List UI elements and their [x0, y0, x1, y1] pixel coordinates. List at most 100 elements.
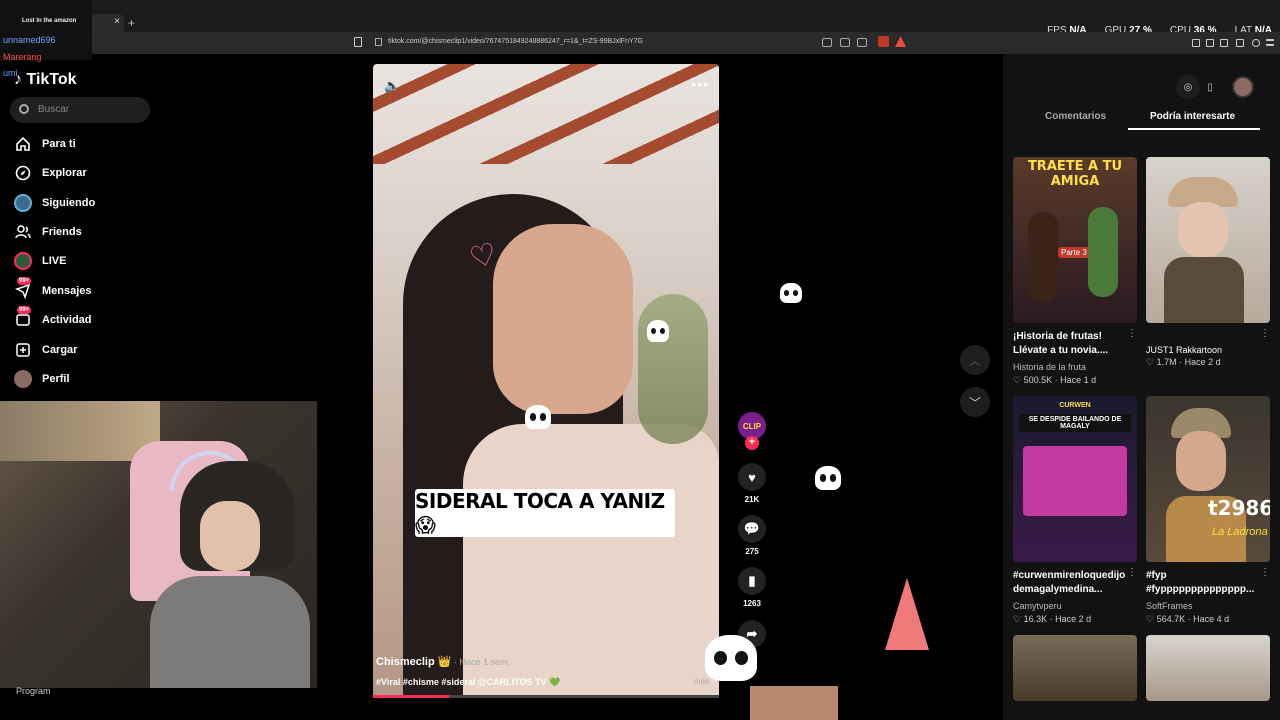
- video-ceiling-beams: [373, 64, 719, 164]
- zoom-icon[interactable]: [840, 38, 850, 47]
- url-field[interactable]: tiktok.com/@chismeclip1/video/7674751849…: [388, 38, 643, 45]
- sidebar-item-label: LIVE: [42, 255, 67, 267]
- patrick-sticker: [885, 578, 929, 650]
- more-options-icon[interactable]: ⋮: [1260, 567, 1270, 578]
- lock-icon[interactable]: [375, 38, 382, 46]
- skull-sticker: [780, 283, 802, 303]
- like-button[interactable]: ♥ 21K: [737, 463, 767, 504]
- video-card-creator[interactable]: Camytvperu: [1013, 601, 1062, 611]
- previous-video-button[interactable]: ︿: [960, 345, 990, 375]
- live-icon: [14, 252, 32, 270]
- video-card-thumbnail[interactable]: [1146, 157, 1270, 323]
- video-card-title[interactable]: #fyp #fypppppppppppppp...: [1146, 569, 1261, 597]
- more-options-icon[interactable]: ⋮: [1260, 328, 1270, 339]
- save-button[interactable]: ▮ 1263: [737, 567, 767, 608]
- extensions-icon[interactable]: [1220, 39, 1228, 47]
- video-card-creator[interactable]: Historia de la fruta: [1013, 362, 1086, 372]
- more-options-icon[interactable]: ⋮: [1127, 328, 1137, 339]
- tab-podria-interesarte[interactable]: Podría interesarte: [1150, 111, 1235, 122]
- video-card-creator[interactable]: SoftFrames: [1146, 601, 1193, 611]
- thumbnail-subtitle: La Ladrona: [1212, 526, 1268, 538]
- thumbnail-body: [1164, 257, 1244, 323]
- video-card-thumbnail[interactable]: [1013, 635, 1137, 701]
- sidebar-icon[interactable]: [1206, 39, 1214, 47]
- more-options-icon[interactable]: ⋮: [1127, 567, 1137, 578]
- follow-plus-icon[interactable]: +: [745, 436, 759, 450]
- video-card-thumbnail[interactable]: CURWEN SE DESPIDE BAILANDO DE MAGALY: [1013, 396, 1137, 562]
- creator-avatar-button[interactable]: CLIP +: [737, 412, 767, 450]
- video-card-thumbnail[interactable]: TRAETE A TU AMIGA Parte 3: [1013, 157, 1137, 323]
- video-card-stats: ♡ 16.3K · Hace 2 d: [1013, 614, 1092, 624]
- video-player[interactable]: ♡ 🔈 ••• SIDERAL TOCA A YANIZ😱: [373, 64, 719, 698]
- translate-icon[interactable]: [822, 38, 832, 47]
- streamer-hoodie: [150, 576, 310, 688]
- sidebar-item-siguiendo[interactable]: Siguiendo: [14, 192, 95, 214]
- sidebar-item-mensajes[interactable]: 99+ Mensajes: [14, 277, 92, 302]
- comment-icon: 💬: [738, 515, 766, 543]
- skull-sticker: [647, 320, 669, 342]
- device-icon[interactable]: ▯: [1200, 75, 1220, 99]
- more-link[interactable]: más: [694, 677, 709, 686]
- new-tab-button[interactable]: +: [128, 16, 135, 30]
- messages-icon[interactable]: ◎: [1176, 75, 1200, 99]
- sidebar-item-live[interactable]: LIVE: [14, 250, 66, 272]
- thumbnail-subtitle: Parte 3: [1058, 247, 1090, 258]
- heart-icon: ♥: [738, 463, 766, 491]
- home-icon: [14, 135, 32, 153]
- program-label: Program: [16, 686, 51, 696]
- more-options-icon[interactable]: •••: [691, 76, 709, 92]
- thumbnail-title: TRAETE A TU AMIGA: [1027, 159, 1123, 189]
- sidebar-item-friends[interactable]: Friends: [14, 221, 82, 243]
- sidebar-item-actividad[interactable]: 99+ Actividad: [14, 306, 92, 331]
- stream-chat-overlay: Lost In the amazon unnamed696 Marerang u…: [0, 0, 92, 78]
- brave-shield-icon[interactable]: [878, 36, 889, 47]
- video-caption-overlay: SIDERAL TOCA A YANIZ😱: [415, 489, 675, 537]
- video-card-stats: ♡ 564.7K · Hace 4 d: [1146, 614, 1230, 624]
- video-card-title[interactable]: #curwenmirenloquedijo demagalymedina...: [1013, 569, 1128, 597]
- sidebar-item-para-ti[interactable]: Para ti: [14, 133, 76, 155]
- bookmark-icon[interactable]: [354, 37, 362, 47]
- tiktok-logo[interactable]: ♪ TikTok: [14, 71, 77, 89]
- streamer-webcam: [0, 401, 317, 688]
- search-placeholder: Buscar: [38, 104, 70, 115]
- cast-icon[interactable]: [857, 38, 867, 47]
- sidebar-item-cargar[interactable]: Cargar: [14, 339, 77, 361]
- close-icon[interactable]: ×: [114, 16, 120, 27]
- video-author[interactable]: Chismeclip 👑: [376, 655, 451, 668]
- sidebar-item-label: Cargar: [42, 344, 78, 356]
- video-description[interactable]: #Viral #chisme #sideral @CARLITOS TV 💚: [376, 677, 560, 688]
- volume-icon[interactable]: 🔈: [384, 78, 400, 94]
- search-icon: [19, 104, 29, 114]
- menu-icon[interactable]: [1266, 39, 1274, 46]
- sidebar-item-label: Actividad: [42, 314, 92, 326]
- music-icon[interactable]: [1192, 39, 1200, 47]
- chat-username: unnamed696: [3, 35, 56, 45]
- video-posted-time: · Hace 1 sem.: [454, 657, 511, 667]
- sidebar-item-label: Explorar: [42, 167, 87, 179]
- save-count: 1263: [743, 599, 761, 608]
- sidebar-item-label: Siguiendo: [42, 197, 96, 209]
- rewards-icon[interactable]: [895, 36, 906, 47]
- sidebar-item-explorar[interactable]: Explorar: [14, 162, 87, 184]
- next-video-button[interactable]: ﹀: [960, 387, 990, 417]
- streamer-face: [200, 501, 260, 571]
- search-input[interactable]: Buscar: [10, 97, 150, 123]
- video-card-stats: ♡ 500.5K · Hace 1 d: [1013, 375, 1097, 385]
- comment-count: 275: [745, 547, 759, 556]
- video-card-thumbnail[interactable]: t2986 La Ladrona: [1146, 396, 1270, 562]
- sidebar-item-perfil[interactable]: Perfil: [14, 368, 70, 390]
- thumbnail-figure: [1028, 212, 1058, 302]
- avatar[interactable]: [1232, 76, 1254, 98]
- tab-comentarios[interactable]: Comentarios: [1045, 111, 1106, 122]
- video-progress-bar[interactable]: [373, 695, 719, 698]
- video-card-title[interactable]: JUST1 Rakkartoon: [1146, 343, 1222, 357]
- video-card-thumbnail[interactable]: [1146, 635, 1270, 701]
- browser-tab[interactable]: ×: [90, 14, 124, 32]
- download-icon[interactable]: [1236, 39, 1244, 47]
- chat-line: Lost In the amazon: [22, 18, 77, 24]
- comment-button[interactable]: 💬 275: [737, 515, 767, 556]
- profile-icon[interactable]: [1252, 39, 1260, 47]
- video-progress-fill: [373, 695, 450, 698]
- sidebar-item-label: Para ti: [42, 138, 76, 150]
- video-card-title[interactable]: ¡Historia de frutas! Llévate a tu novia.…: [1013, 330, 1128, 358]
